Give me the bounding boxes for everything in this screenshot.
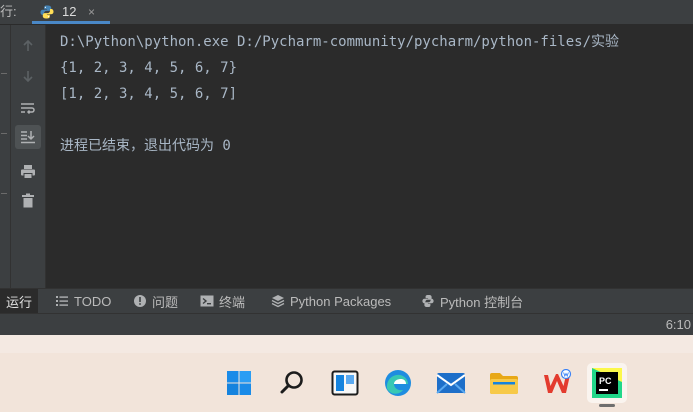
clear-all-button[interactable]	[15, 188, 41, 212]
tab-python-packages-label: Python Packages	[290, 293, 392, 309]
edge-browser-icon	[385, 370, 411, 396]
close-icon[interactable]: ×	[88, 4, 95, 20]
tab-problems[interactable]: 问题	[133, 289, 178, 313]
run-window-label: 行:	[0, 4, 17, 19]
packages-icon	[271, 295, 285, 308]
file-explorer-button[interactable]	[484, 363, 524, 403]
mail-button[interactable]	[431, 363, 471, 403]
search-button[interactable]	[272, 363, 312, 403]
tab-python-packages[interactable]: Python Packages	[271, 289, 391, 313]
run-toolbar	[11, 25, 46, 288]
search-icon	[280, 371, 303, 394]
soft-wrap-icon	[21, 103, 35, 115]
windows-start-icon	[227, 371, 251, 395]
print-button[interactable]	[15, 159, 41, 183]
windows-taskbar: PC	[0, 353, 693, 412]
python-file-icon	[39, 4, 55, 20]
tab-terminal-label: 终端	[219, 294, 246, 310]
tab-todo-label: TODO	[74, 293, 112, 309]
edge-mark	[1, 133, 7, 134]
scroll-to-end-button[interactable]	[15, 125, 41, 149]
edge-mark	[1, 193, 7, 194]
tab-problems-label: 问题	[152, 294, 179, 310]
pycharm-icon: PC	[592, 368, 622, 398]
mail-icon	[436, 373, 466, 394]
wps-office-icon	[544, 369, 572, 393]
python-console-icon	[422, 295, 434, 307]
edge-button[interactable]	[378, 363, 418, 403]
tab-run-config-12[interactable]: 12 ×	[32, 0, 110, 24]
task-view-button[interactable]	[325, 363, 365, 403]
tab-terminal[interactable]: 终端	[200, 289, 245, 313]
status-time: 6:10	[665, 317, 691, 332]
tab-label: 12	[62, 4, 77, 19]
pycharm-taskbar-button[interactable]: PC	[587, 363, 627, 407]
left-tool-window-edge	[0, 25, 11, 288]
editor-tab-strip: 行: 12 ×	[0, 0, 693, 25]
trash-icon	[22, 193, 34, 207]
edge-mark	[1, 73, 7, 74]
task-view-icon	[331, 370, 359, 396]
tool-window-tab-bar: 运行 TODO 问题 终端 Python Packages Python 控制台	[0, 288, 693, 313]
desktop-background	[0, 335, 693, 353]
list-icon	[56, 296, 68, 306]
scroll-to-end-icon	[21, 131, 35, 144]
scroll-up-icon	[23, 39, 33, 51]
terminal-icon	[200, 295, 214, 307]
tab-python-console-label: Python 控制台	[440, 294, 524, 310]
status-bar: 6:10	[0, 313, 693, 336]
print-icon	[21, 164, 35, 179]
console-output-line: {1, 2, 3, 4, 5, 6, 7}	[60, 60, 238, 76]
scroll-up-button[interactable]	[15, 34, 41, 58]
console-exit-message: 进程已结束，退出代码为 0	[60, 138, 231, 154]
tab-python-console[interactable]: Python 控制台	[421, 289, 523, 313]
file-explorer-icon	[490, 373, 518, 394]
start-button[interactable]	[219, 363, 259, 403]
tab-run[interactable]: 运行	[0, 289, 38, 313]
problems-icon	[134, 295, 146, 307]
pycharm-icon-label: PC	[599, 376, 612, 386]
tab-todo[interactable]: TODO	[55, 289, 111, 313]
scroll-down-icon	[23, 71, 33, 83]
soft-wrap-button[interactable]	[15, 96, 41, 120]
active-app-indicator	[599, 404, 615, 407]
wps-office-button[interactable]	[537, 363, 577, 403]
run-console[interactable]: D:\Python\python.exe D:/Pycharm-communit…	[46, 25, 693, 288]
tab-run-label: 运行	[5, 294, 32, 310]
scroll-down-button[interactable]	[15, 64, 41, 88]
console-command-line: D:\Python\python.exe D:/Pycharm-communit…	[60, 34, 620, 50]
console-output-line: [1, 2, 3, 4, 5, 6, 7]	[60, 86, 238, 102]
